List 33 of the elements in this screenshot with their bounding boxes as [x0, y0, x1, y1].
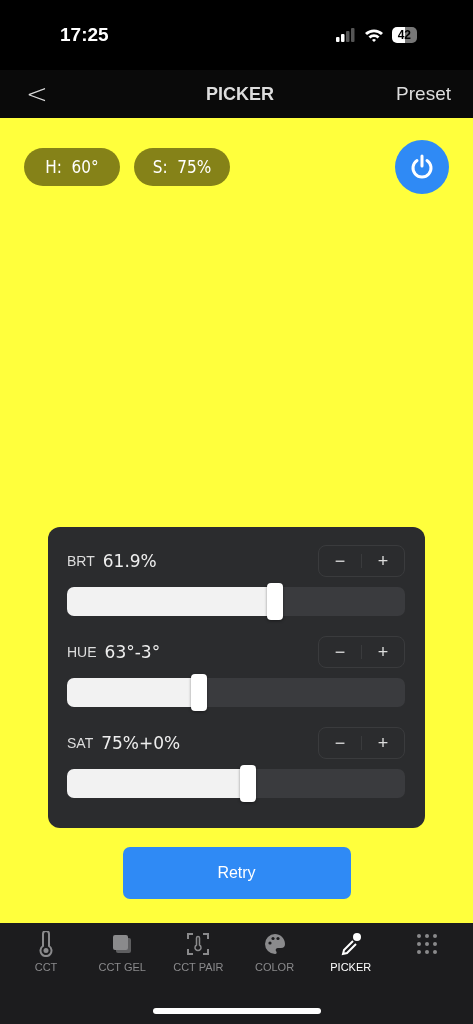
slider-label: HUE [67, 644, 97, 660]
status-time: 17:25 [60, 24, 109, 46]
slider-label: BRT [67, 553, 95, 569]
value-chip: H: 60° [24, 148, 120, 186]
tab[interactable]: CCT [8, 931, 84, 973]
grid-icon [414, 931, 439, 957]
battery-indicator: 42 [391, 27, 417, 43]
minus-button[interactable]: − [319, 731, 361, 755]
plus-button[interactable]: + [362, 549, 404, 573]
slider-thumb[interactable] [190, 674, 207, 711]
slider-thumb[interactable] [239, 765, 256, 802]
slider-label: SAT [67, 735, 94, 751]
preset-button[interactable]: Preset [396, 83, 451, 105]
screen-title: PICKER [205, 83, 274, 105]
tab[interactable]: CCT PAIR [160, 931, 237, 973]
minus-button[interactable]: − [319, 640, 361, 664]
palette-icon [262, 931, 287, 957]
slider-thumb[interactable] [266, 583, 283, 620]
back-button[interactable]: < [20, 79, 54, 109]
wifi-icon [363, 28, 384, 42]
plus-button[interactable]: + [362, 640, 404, 664]
slider-reading: 63°-3° [104, 642, 161, 662]
slider-reading: 61.9% [102, 551, 157, 571]
value-chip: S: 75% [134, 148, 230, 186]
plus-button[interactable]: + [362, 731, 404, 755]
tab[interactable]: PICKER [312, 931, 389, 973]
focus-thermometer-icon [186, 931, 211, 957]
tab[interactable]: CCT GEL [84, 931, 161, 973]
slider-reading: 75%+0% [101, 733, 181, 753]
minus-button[interactable]: − [319, 549, 361, 573]
signal-icon [335, 28, 356, 42]
power-button[interactable] [395, 140, 449, 194]
tab[interactable]: COLOR [236, 931, 313, 973]
